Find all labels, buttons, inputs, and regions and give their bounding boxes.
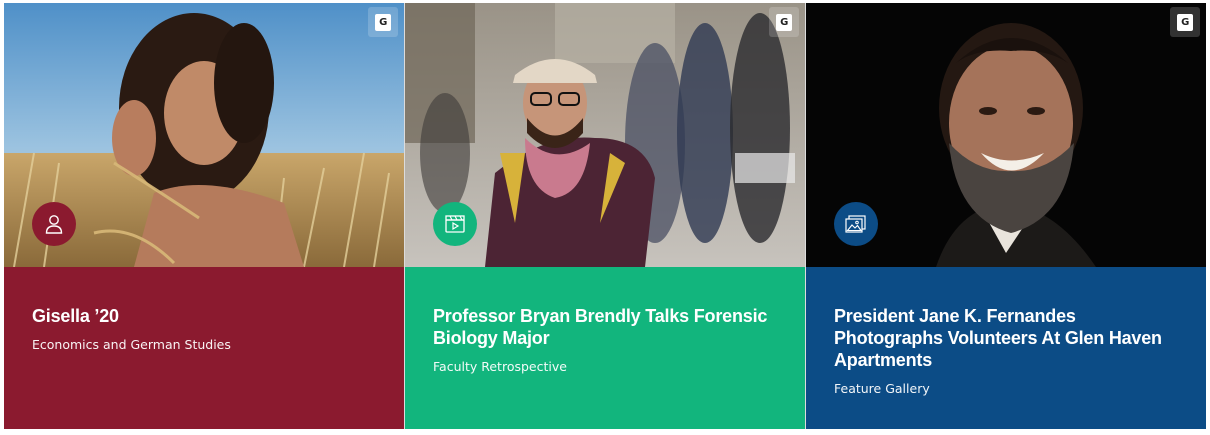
g-logo-icon: G <box>375 13 391 31</box>
g-logo-icon: G <box>1177 13 1193 31</box>
card-subtitle: Faculty Retrospective <box>433 359 567 374</box>
story-card-jane-fernandes[interactable]: G President Jane K. Fernandes Photograph… <box>806 3 1206 429</box>
photo-gallery-icon <box>845 215 866 233</box>
story-card-bryan-brendly[interactable]: G Professor Bryan Brendly Talks Forensic… <box>405 3 805 429</box>
g-logo-icon: G <box>776 13 792 31</box>
gallery-badge[interactable]: G <box>1170 7 1200 37</box>
card-title[interactable]: President Jane K. Fernandes Photographs … <box>834 305 1178 371</box>
card-title[interactable]: Gisella ’20 <box>32 305 376 327</box>
story-card-grid: G Gisella ’20 Economics and German Studi… <box>4 3 1206 429</box>
card-title[interactable]: Professor Bryan Brendly Talks Forensic B… <box>433 305 777 349</box>
card-photo[interactable]: G <box>806 3 1206 267</box>
story-card-gisella[interactable]: G Gisella ’20 Economics and German Studi… <box>4 3 404 429</box>
video-clapper-icon <box>445 215 465 233</box>
card-caption: President Jane K. Fernandes Photographs … <box>806 267 1206 429</box>
card-photo[interactable]: G <box>405 3 805 267</box>
card-subtitle: Economics and German Studies <box>32 337 231 352</box>
gallery-badge[interactable]: G <box>368 7 398 37</box>
gallery-badge[interactable]: G <box>769 7 799 37</box>
card-caption: Professor Bryan Brendly Talks Forensic B… <box>405 267 805 429</box>
person-icon-circle <box>32 202 76 246</box>
person-icon <box>45 215 63 234</box>
gallery-icon-circle <box>834 202 878 246</box>
video-icon-circle <box>433 202 477 246</box>
card-caption: Gisella ’20 Economics and German Studies <box>4 267 404 429</box>
card-subtitle: Feature Gallery <box>834 381 930 396</box>
card-photo[interactable]: G <box>4 3 404 267</box>
